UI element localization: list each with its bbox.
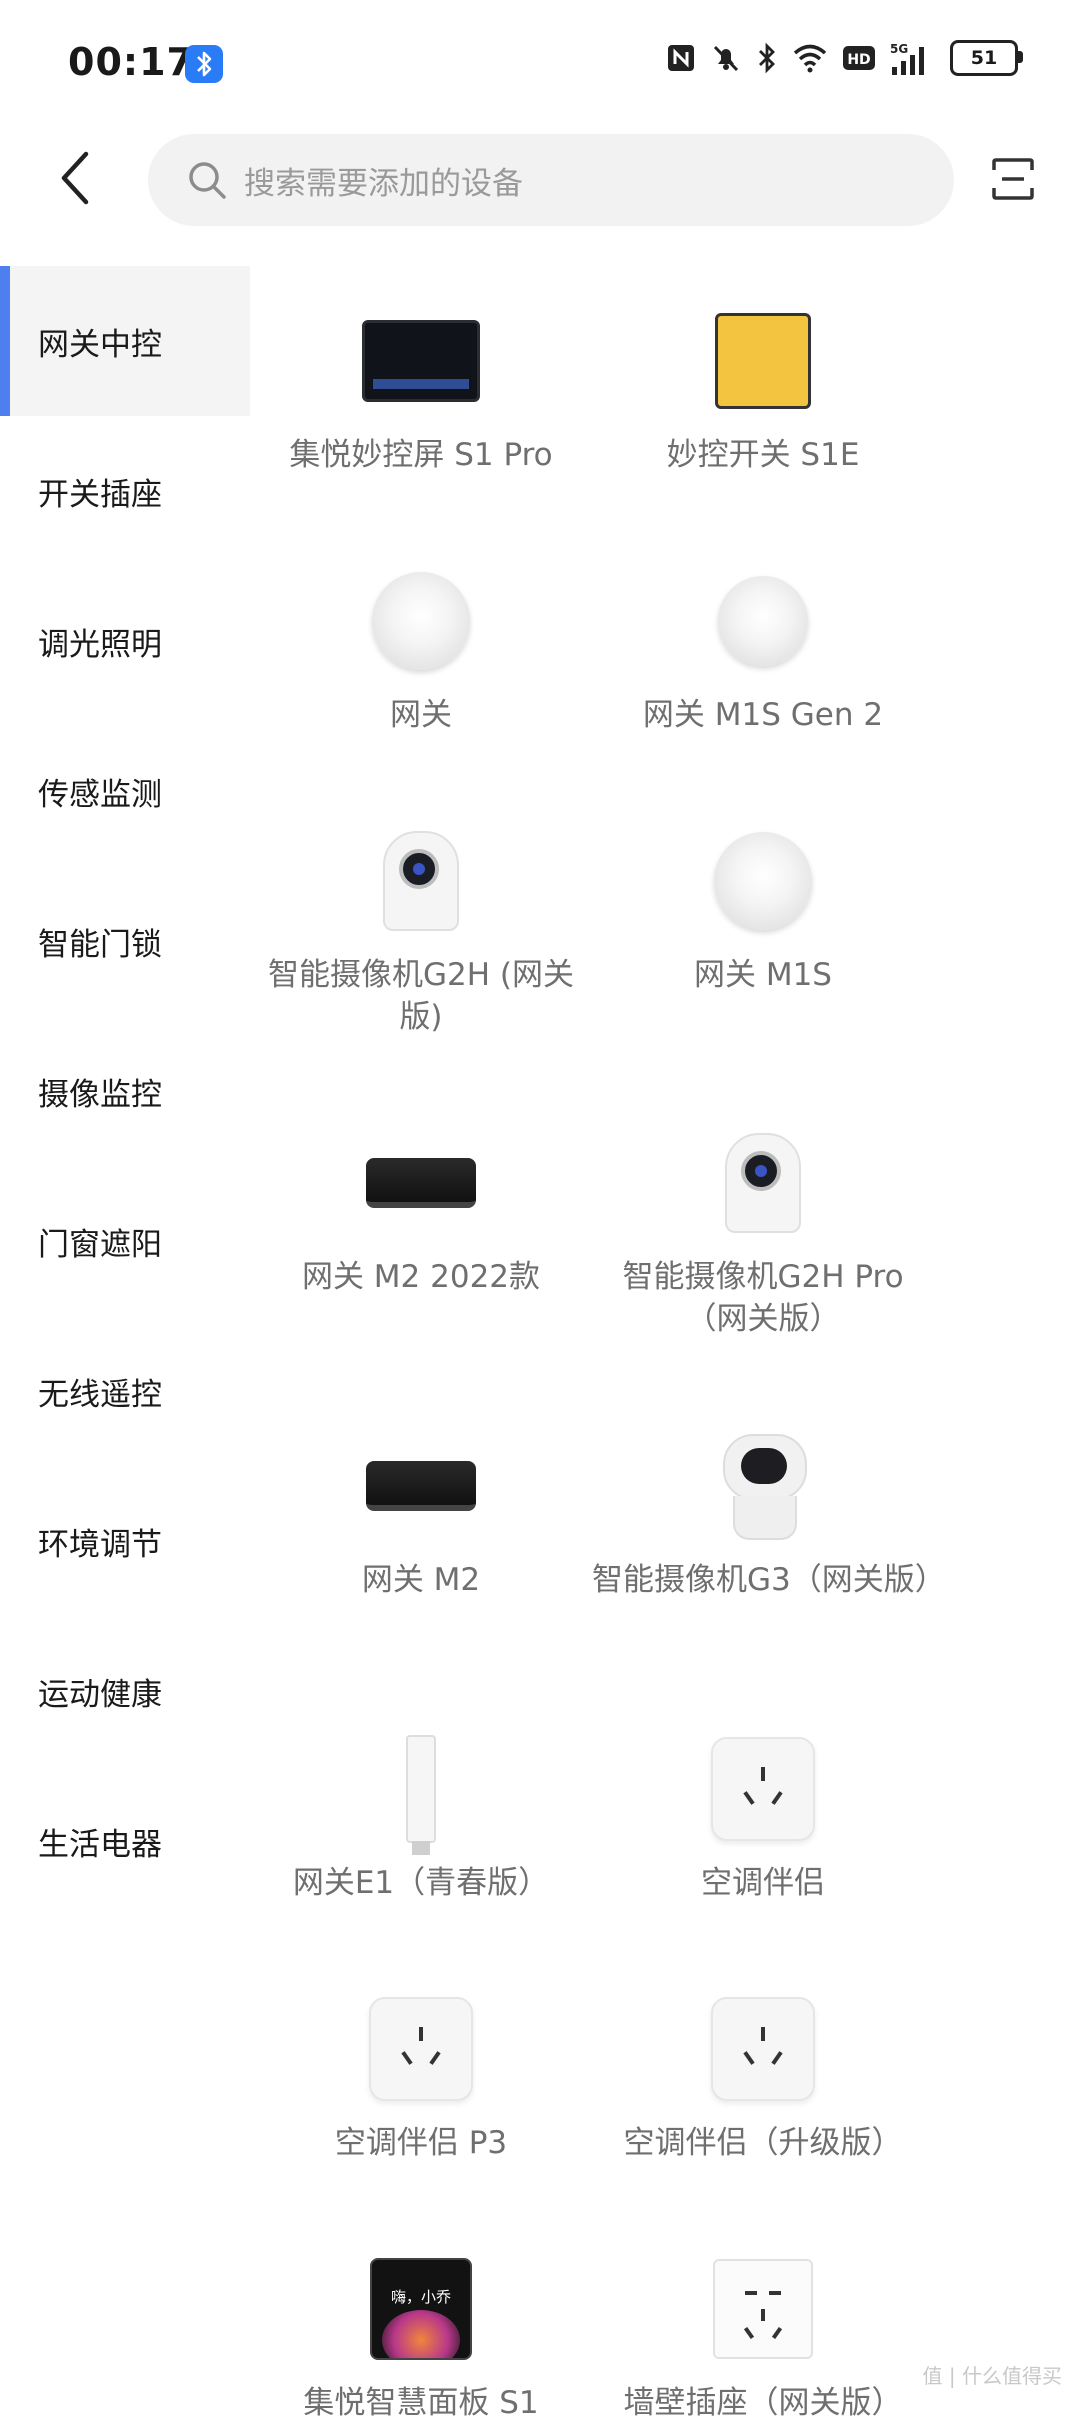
nfc-icon [668, 45, 694, 71]
device-name: 智能摄像机G3（网关版） [592, 1562, 946, 1598]
device-name: 空调伴侣 P3 [334, 2125, 508, 2161]
device-name: 空调伴侣 [701, 1865, 825, 1901]
wall-socket-icon [698, 2254, 828, 2364]
camera-icon [356, 826, 486, 936]
ac-plug-icon [356, 1994, 486, 2104]
svg-text:HD: HD [847, 52, 870, 68]
control-screen-icon [356, 306, 486, 416]
device-item[interactable]: 网关 M2 2022款 [250, 1128, 592, 1298]
device-item[interactable]: 墙壁插座（网关版） [592, 2254, 934, 2424]
scan-icon [992, 158, 1034, 200]
panel-greeting: 嗨，小乔 [390, 2288, 451, 2306]
hub-icon [698, 826, 828, 936]
scan-button[interactable] [990, 156, 1036, 202]
smart-panel-icon: 嗨，小乔 [356, 2254, 486, 2364]
ac-plug-icon [698, 1734, 828, 1844]
device-name: 网关 M2 2022款 [301, 1259, 541, 1295]
category-label: 网关中控 [38, 326, 162, 363]
svg-text:5G: 5G [890, 42, 908, 56]
category-label: 运动健康 [38, 1676, 162, 1713]
category-remote[interactable]: 无线遥控 [0, 1316, 250, 1466]
back-button[interactable] [52, 148, 102, 208]
status-bar: 00:17 HD 5G 51 [0, 0, 1080, 120]
hd-icon: HD [843, 46, 875, 70]
battery-level: 51 [970, 47, 998, 69]
device-item[interactable]: 嗨，小乔 集悦智慧面板 S1 [250, 2254, 592, 2424]
search-bar[interactable]: 搜索需要添加的设备 [148, 134, 954, 226]
category-label: 摄像监控 [38, 1076, 162, 1113]
category-label: 传感监测 [38, 776, 162, 813]
category-fitness[interactable]: 运动健康 [0, 1616, 250, 1766]
search-icon [189, 162, 226, 199]
device-name: 网关 M1S [693, 957, 832, 993]
device-item[interactable]: 智能摄像机G3（网关版） [592, 1431, 946, 1601]
search-placeholder: 搜索需要添加的设备 [244, 165, 523, 202]
device-name: 网关 [390, 697, 452, 733]
category-label: 调光照明 [38, 626, 162, 663]
device-name: 智能摄像机G2H (网关版) [267, 957, 574, 1035]
device-name: 妙控开关 S1E [666, 437, 860, 473]
device-item[interactable]: 智能摄像机G2H Pro（网关版） [592, 1128, 934, 1340]
signal-5g-icon: 5G [890, 42, 924, 75]
status-time: 00:17 [68, 40, 194, 84]
category-climate[interactable]: 环境调节 [0, 1466, 250, 1616]
category-sensors[interactable]: 传感监测 [0, 716, 250, 866]
bluetooth-badge-icon [185, 45, 223, 83]
device-name: 智能摄像机G2H Pro（网关版） [622, 1259, 904, 1337]
device-name: 集悦智慧面板 S1 [303, 2385, 539, 2421]
box-gateway-icon [356, 1128, 486, 1238]
device-item[interactable]: 智能摄像机G2H (网关版) [250, 826, 592, 1038]
camera-icon [698, 1128, 828, 1238]
device-name: 网关E1（青春版） [292, 1865, 550, 1901]
device-item[interactable]: 空调伴侣 P3 [250, 1994, 592, 2164]
device-name: 网关 M2 [361, 1562, 481, 1598]
device-item[interactable]: 网关E1（青春版） [250, 1734, 592, 1904]
battery-icon: 51 [950, 40, 1023, 76]
device-name: 网关 M1S Gen 2 [642, 697, 884, 733]
device-item[interactable]: 集悦妙控屏 S1 Pro [250, 306, 592, 476]
device-item[interactable]: 网关 M2 [250, 1431, 592, 1601]
category-lighting[interactable]: 调光照明 [0, 566, 250, 716]
category-smart-lock[interactable]: 智能门锁 [0, 866, 250, 1016]
category-curtains[interactable]: 门窗遮阳 [0, 1166, 250, 1316]
device-item[interactable]: 空调伴侣 [592, 1734, 934, 1904]
status-icons: HD 5G 51 [666, 40, 1023, 76]
chevron-left-icon [61, 151, 89, 205]
pan-camera-icon [698, 1431, 828, 1541]
mute-bell-icon [713, 45, 739, 72]
category-label: 无线遥控 [38, 1376, 162, 1413]
usb-stick-icon [356, 1734, 486, 1855]
category-label: 生活电器 [38, 1826, 162, 1863]
device-name: 空调伴侣（升级版） [623, 2125, 903, 2161]
category-switch-socket[interactable]: 开关插座 [0, 416, 250, 566]
wifi-icon [793, 44, 827, 73]
category-label: 智能门锁 [38, 926, 162, 963]
hub-icon [698, 566, 828, 676]
bluetooth-icon [759, 42, 775, 74]
category-label: 环境调节 [38, 1526, 162, 1563]
device-item[interactable]: 网关 [250, 566, 592, 736]
category-label: 开关插座 [38, 476, 162, 513]
ac-plug-icon [698, 1994, 828, 2104]
category-appliances[interactable]: 生活电器 [0, 1766, 250, 1916]
switch-panel-icon [698, 306, 828, 416]
box-gateway-icon [356, 1431, 486, 1541]
watermark: 值 | 什么值得买 [922, 2364, 1062, 2388]
category-camera[interactable]: 摄像监控 [0, 1016, 250, 1166]
category-gateway-hub[interactable]: 网关中控 [0, 266, 250, 416]
device-item[interactable]: 网关 M1S Gen 2 [592, 566, 934, 736]
device-item[interactable]: 空调伴侣（升级版） [592, 1994, 934, 2164]
hub-icon [356, 566, 486, 676]
category-label: 门窗遮阳 [38, 1226, 162, 1263]
device-name: 墙壁插座（网关版） [623, 2385, 903, 2421]
device-item[interactable]: 网关 M1S [592, 826, 934, 996]
category-sidebar: 网关中控 开关插座 调光照明 传感监测 智能门锁 摄像监控 门窗遮阳 无线遥控 … [0, 266, 250, 1916]
device-item[interactable]: 妙控开关 S1E [592, 306, 934, 476]
device-name: 集悦妙控屏 S1 Pro [289, 437, 553, 473]
